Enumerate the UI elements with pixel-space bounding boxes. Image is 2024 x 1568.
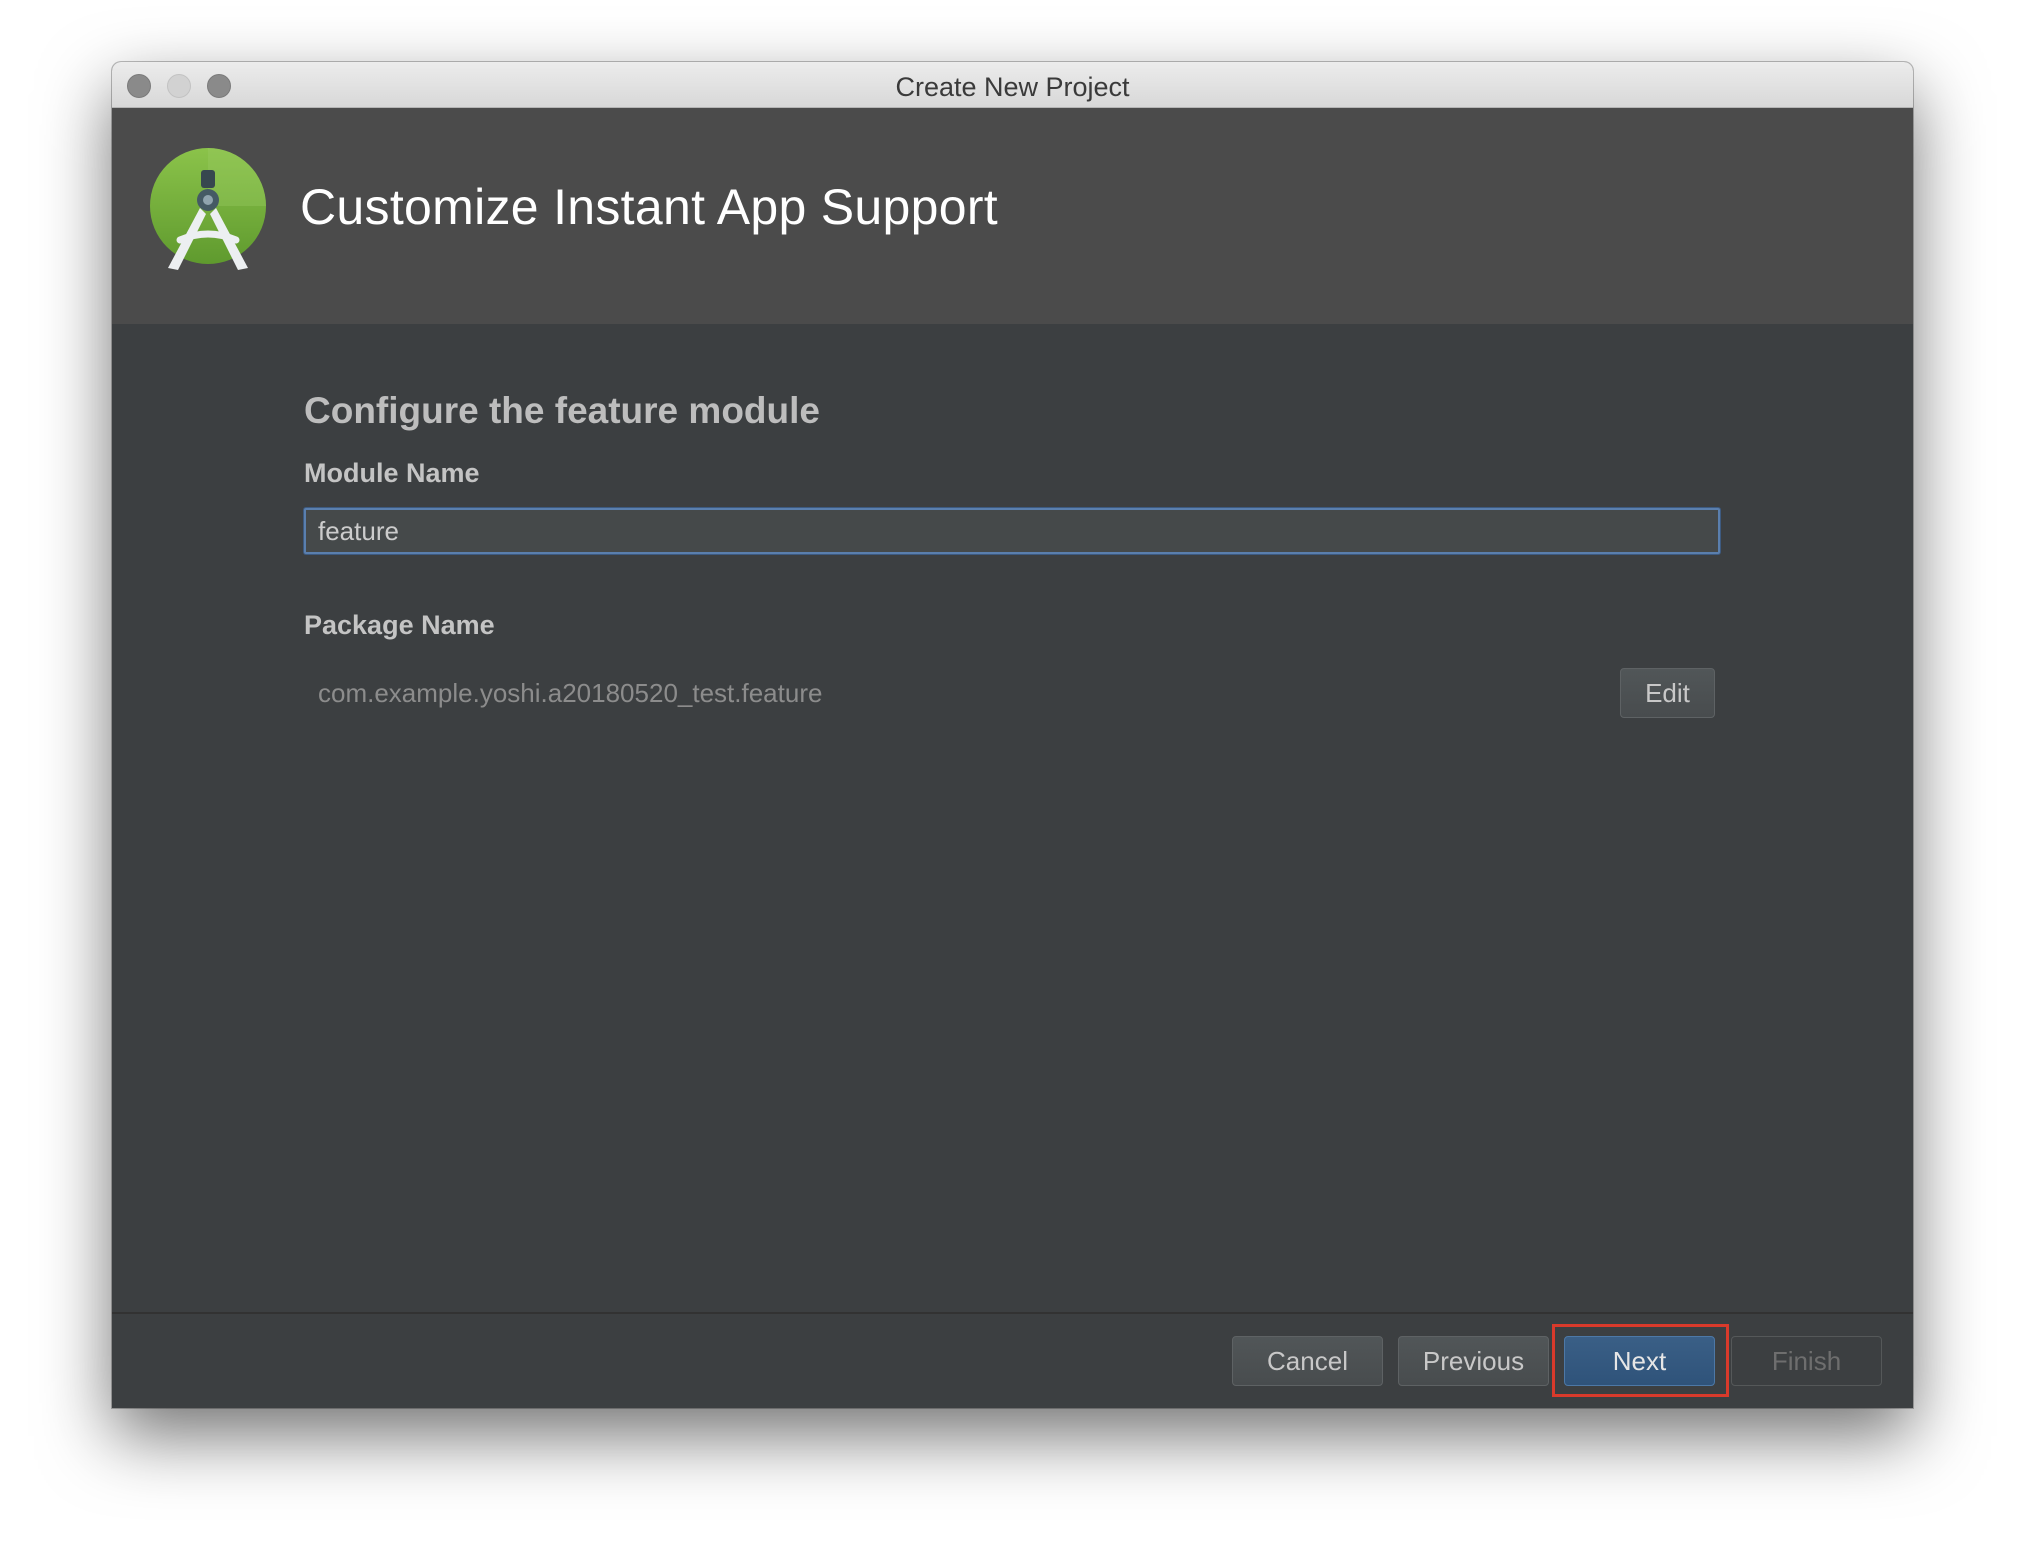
create-project-window: Create New Project Customize Instant App… [112, 62, 1913, 1408]
edit-package-button[interactable]: Edit [1620, 668, 1715, 718]
previous-button[interactable]: Previous [1398, 1336, 1549, 1386]
next-button[interactable]: Next [1564, 1336, 1715, 1386]
window-titlebar[interactable]: Create New Project [112, 62, 1913, 108]
footer-divider [112, 1312, 1913, 1314]
section-title: Configure the feature module [304, 390, 820, 431]
window-title: Create New Project [895, 72, 1130, 102]
page-title: Customize Instant App Support [300, 179, 998, 235]
module-name-input[interactable] [304, 508, 1720, 554]
wizard-header: Customize Instant App Support [112, 108, 1913, 324]
android-studio-logo-icon [150, 148, 266, 270]
finish-button: Finish [1731, 1336, 1882, 1386]
module-name-label: Module Name [304, 458, 480, 488]
package-name-label: Package Name [304, 610, 495, 640]
package-name-value: com.example.yoshi.a20180520_test.feature [318, 678, 823, 708]
cancel-button[interactable]: Cancel [1232, 1336, 1383, 1386]
